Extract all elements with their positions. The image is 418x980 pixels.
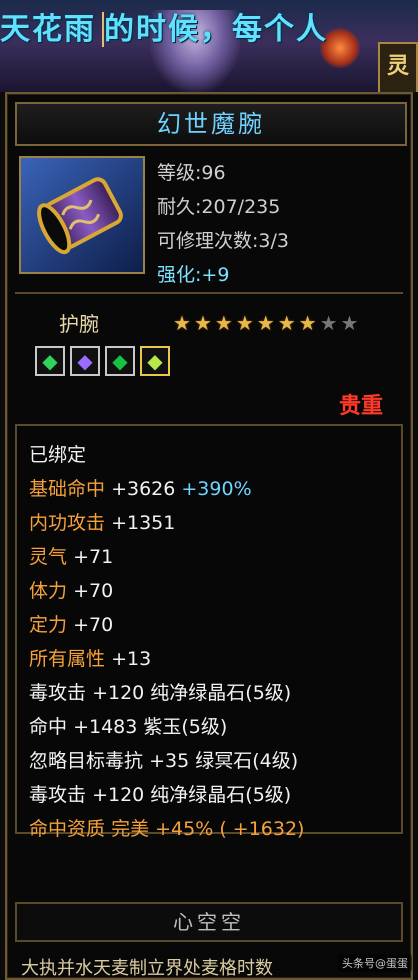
banner-side-label: 灵: [378, 42, 418, 92]
attr-line: 命中 +1483 紫玉(5级): [29, 712, 227, 739]
stat-durability-label: 耐久: [157, 196, 196, 218]
gem-socket[interactable]: ◆: [140, 346, 170, 376]
star-filled-icon: ★: [173, 311, 191, 335]
attr-line: 毒攻击 +120 纯净绿晶石(5级): [29, 780, 291, 807]
attr-label: 毒攻击: [29, 784, 87, 806]
item-tooltip: 幻世魔腕 等级:96 耐久:207/235 可修理次数:3/3 强化:+9 护腕…: [5, 92, 413, 980]
attr-label: 所有属性: [29, 648, 106, 670]
attr-label: 灵气: [29, 546, 68, 568]
attr-value: +1351: [111, 512, 176, 534]
attr-source: 绿冥石(4级): [195, 750, 299, 772]
item-type: 护腕: [59, 312, 99, 336]
yellow-green-gem-icon: ◆: [147, 349, 163, 373]
attr-extra: +45%: [155, 818, 214, 840]
star-filled-icon: ★: [235, 311, 254, 335]
attr-label: 基础命中: [29, 478, 106, 500]
attr-value: +13: [111, 648, 152, 670]
watermark: 头条号@蛋蛋: [338, 954, 412, 972]
star-empty-icon: ★: [319, 311, 338, 335]
divider: [15, 292, 403, 294]
gem-socket[interactable]: ◆: [70, 346, 100, 376]
stat-level: 等级:96: [157, 158, 226, 185]
star-rating: ★ ★ ★ ★ ★ ★ ★ ★ ★: [173, 313, 358, 333]
attribute-panel: 已绑定 基础命中 +3626 +390% 内功攻击 +1351 灵气 +71 体…: [15, 424, 403, 840]
item-name: 幻世魔腕: [157, 110, 265, 138]
attr-value: +35: [149, 750, 190, 772]
attr-line: 基础命中 +3626 +390%: [29, 474, 252, 501]
bracer-icon: [21, 158, 143, 272]
stat-level-value: 96: [201, 162, 226, 184]
partial-description: 大执并水天麦制立界处麦格时数: [21, 958, 273, 979]
attr-value: +120: [92, 784, 145, 806]
star-filled-icon: ★: [214, 311, 233, 335]
stat-repairs-value: 3/3: [258, 230, 289, 252]
attr-value: +3626: [111, 478, 176, 500]
section-title: 心空空: [173, 910, 245, 934]
stat-enhance: 强化:+9: [157, 260, 229, 287]
rarity-label: 贵重: [338, 394, 383, 419]
attr-value: +70: [73, 580, 114, 602]
star-filled-icon: ★: [193, 311, 212, 335]
gem-sockets: ◆ ◆ ◆ ◆: [35, 346, 170, 376]
attr-line: 命中资质 完美 +45% ( +1632): [29, 814, 304, 841]
stat-enhance-value: +9: [201, 264, 230, 286]
attr-source: 紫玉(5级): [143, 716, 228, 738]
attr-line: 忽略目标毒抗 +35 绿冥石(4级): [29, 746, 298, 773]
stat-repairs: 可修理次数:3/3: [157, 226, 289, 253]
attr-line: 内功攻击 +1351: [29, 508, 175, 535]
attr-line: 所有属性 +13: [29, 644, 151, 671]
attr-label: 命中资质: [29, 818, 106, 840]
top-banner: 天花雨 的时候，每个人 灵: [0, 0, 418, 92]
banner-text: 的时候，每个人: [104, 12, 328, 47]
attr-line: 体力 +70: [29, 576, 113, 603]
stat-durability-value: 207/235: [201, 196, 281, 218]
item-title-bar: 幻世魔腕: [15, 102, 407, 146]
star-filled-icon: ★: [256, 311, 275, 335]
attr-label: 内功攻击: [29, 512, 106, 534]
attr-label: 体力: [29, 580, 68, 602]
attr-line: 灵气 +71: [29, 542, 113, 569]
item-icon-frame[interactable]: [19, 156, 145, 274]
star-filled-icon: ★: [298, 311, 317, 335]
attr-value: +70: [73, 614, 114, 636]
attr-label: 忽略目标毒抗: [29, 750, 144, 772]
attr-value: +120: [92, 682, 145, 704]
star-empty-icon: ★: [340, 311, 359, 335]
attr-label: 命中: [29, 716, 68, 738]
stat-enhance-label: 强化: [157, 264, 196, 286]
attr-source: 纯净绿晶石(5级): [150, 784, 292, 806]
stat-repairs-label: 可修理次数: [157, 230, 253, 252]
green-leaf-gem-icon: ◆: [112, 349, 128, 373]
attr-extra: +390%: [181, 478, 252, 500]
attr-label: 定力: [29, 614, 68, 636]
green-gem-icon: ◆: [42, 349, 58, 373]
stat-level-label: 等级: [157, 162, 196, 184]
gem-socket[interactable]: ◆: [105, 346, 135, 376]
section-title-bar: 心空空: [15, 902, 403, 942]
purple-gem-icon: ◆: [77, 349, 93, 373]
attr-line: 毒攻击 +120 纯净绿晶石(5级): [29, 678, 291, 705]
attr-line: 定力 +70: [29, 610, 113, 637]
attr-extra2: ( +1632): [219, 818, 305, 840]
attr-label: 毒攻击: [29, 682, 87, 704]
attr-value: +71: [73, 546, 114, 568]
gem-socket[interactable]: ◆: [35, 346, 65, 376]
star-filled-icon: ★: [277, 311, 296, 335]
attr-value: +1483: [73, 716, 138, 738]
attr-value: 完美: [111, 818, 150, 840]
bound-status: 已绑定: [29, 444, 87, 466]
stat-durability: 耐久:207/235: [157, 192, 280, 219]
banner-caption: 天花雨 的时候，每个人: [0, 4, 418, 47]
banner-lead: 天花雨: [0, 12, 104, 47]
attr-source: 纯净绿晶石(5级): [150, 682, 292, 704]
